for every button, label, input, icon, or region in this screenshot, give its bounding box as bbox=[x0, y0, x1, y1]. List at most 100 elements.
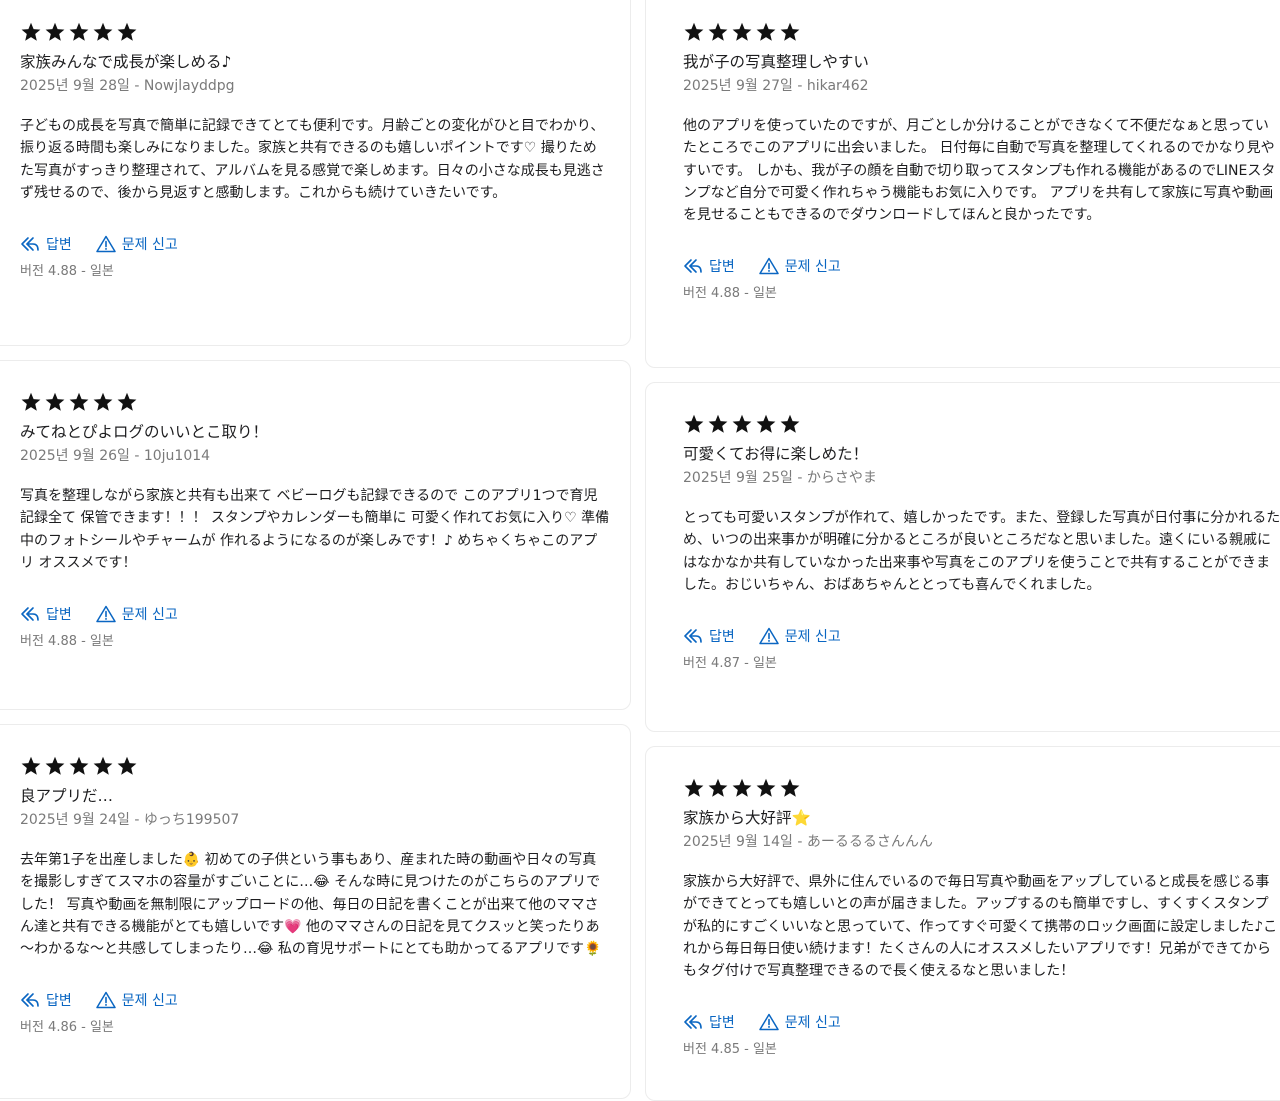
star-rating bbox=[683, 777, 1280, 799]
warning-icon bbox=[759, 258, 779, 275]
report-button[interactable]: 문제 신고 bbox=[759, 626, 841, 646]
review-actions: 답변 문제 신고 bbox=[683, 626, 1280, 646]
report-button[interactable]: 문제 신고 bbox=[96, 990, 178, 1010]
star-icon bbox=[21, 756, 41, 775]
star-icon bbox=[45, 756, 65, 775]
star-rating bbox=[683, 21, 1280, 43]
star-icon bbox=[684, 414, 704, 433]
review-actions: 답변 문제 신고 bbox=[20, 604, 610, 624]
reply-label: 답변 bbox=[46, 607, 72, 624]
review-meta: 2025년 9월 26일 - 10ju1014 bbox=[20, 448, 211, 464]
reply-label: 답변 bbox=[46, 993, 72, 1010]
reply-icon bbox=[21, 993, 39, 1008]
review-meta: 2025년 9월 14일 - あーるるるさんんん bbox=[683, 834, 933, 850]
report-label: 문제 신고 bbox=[784, 629, 841, 646]
star-icon bbox=[45, 392, 65, 411]
star-icon bbox=[93, 756, 113, 775]
review-card: 家族みんなで成長が楽しめる♪ 2025년 9월 28일 - Nowjlayddp… bbox=[0, 0, 631, 346]
warning-icon bbox=[759, 1014, 779, 1031]
review-body: 家族から大好評で、県外に住んでいるので毎日写真や動画をアップしていると成長を感じ… bbox=[683, 874, 1278, 980]
warning-icon bbox=[96, 992, 116, 1009]
report-button[interactable]: 문제 신고 bbox=[96, 604, 178, 624]
review-actions: 답변 문제 신고 bbox=[20, 990, 610, 1010]
reply-icon bbox=[684, 1015, 702, 1030]
reply-icon bbox=[684, 629, 702, 643]
warning-icon bbox=[96, 605, 116, 623]
star-icon bbox=[93, 22, 113, 41]
star-icon bbox=[69, 392, 89, 411]
star-icon bbox=[69, 756, 89, 775]
review-actions: 답변 문제 신고 bbox=[683, 256, 1280, 276]
review-title: 我が子の写真整理しやすい bbox=[683, 53, 869, 71]
star-icon bbox=[684, 778, 704, 797]
reply-button[interactable]: 답변 bbox=[683, 1012, 735, 1032]
star-icon bbox=[708, 778, 728, 797]
review-card: 良アプリだ… 2025년 9월 24일 - ゆっち199507 去年第1子を出産… bbox=[0, 724, 631, 1099]
review-meta: 2025년 9월 27일 - hikar462 bbox=[683, 78, 869, 94]
review-body: 去年第1子を出産しました👶 初めての子供という事もあり、産まれた時の動画や日々の… bbox=[20, 852, 602, 958]
star-icon bbox=[117, 756, 137, 775]
star-icon bbox=[93, 392, 113, 411]
reply-button[interactable]: 답변 bbox=[20, 234, 72, 254]
star-rating bbox=[683, 413, 1280, 435]
review-body: 写真を整理しながら家族と共有も出来て ベビーログも記録できるので このアプリ1つ… bbox=[20, 488, 610, 571]
review-title: みてねとぴよログのいいとこ取り！ bbox=[20, 423, 269, 441]
star-icon bbox=[684, 22, 704, 41]
star-icon bbox=[780, 778, 800, 797]
report-button[interactable]: 문제 신고 bbox=[759, 1012, 841, 1032]
report-label: 문제 신고 bbox=[121, 607, 178, 624]
star-rating bbox=[20, 391, 610, 413]
review-version: 버전 4.88 - 일본 bbox=[683, 286, 777, 302]
report-label: 문제 신고 bbox=[784, 1015, 841, 1032]
reply-label: 답변 bbox=[709, 1015, 735, 1032]
reply-label: 답변 bbox=[709, 629, 735, 646]
star-icon bbox=[45, 22, 65, 41]
warning-icon bbox=[96, 235, 116, 253]
review-meta: 2025년 9월 25일 - からさやま bbox=[683, 470, 877, 486]
star-icon bbox=[780, 414, 800, 433]
reply-button[interactable]: 답변 bbox=[683, 256, 735, 276]
report-label: 문제 신고 bbox=[121, 237, 178, 254]
reply-icon bbox=[21, 237, 39, 251]
reply-label: 답변 bbox=[46, 237, 72, 254]
star-icon bbox=[117, 392, 137, 411]
reply-button[interactable]: 답변 bbox=[20, 990, 72, 1010]
review-version: 버전 4.88 - 일본 bbox=[20, 264, 114, 280]
review-version: 버전 4.86 - 일본 bbox=[20, 1020, 114, 1036]
review-title: 家族みんなで成長が楽しめる♪ bbox=[20, 53, 232, 71]
review-version: 버전 4.87 - 일본 bbox=[683, 656, 777, 672]
review-meta: 2025년 9월 24일 - ゆっち199507 bbox=[20, 812, 240, 828]
reply-icon bbox=[21, 607, 39, 621]
review-card: 家族から大好評⭐️ 2025년 9월 14일 - あーるるるさんんん 家族から大… bbox=[645, 746, 1280, 1101]
reply-button[interactable]: 답변 bbox=[683, 626, 735, 646]
star-icon bbox=[732, 414, 752, 433]
star-icon bbox=[708, 22, 728, 41]
review-title: 良アプリだ… bbox=[20, 787, 114, 805]
review-version: 버전 4.85 - 일본 bbox=[683, 1042, 777, 1058]
report-label: 문제 신고 bbox=[784, 259, 841, 276]
review-actions: 답변 문제 신고 bbox=[20, 234, 610, 254]
star-icon bbox=[732, 22, 752, 41]
star-icon bbox=[732, 778, 752, 797]
review-card: 可愛くてお得に楽しめた！ 2025년 9월 25일 - からさやま とっても可愛… bbox=[645, 382, 1280, 732]
reply-button[interactable]: 답변 bbox=[20, 604, 72, 624]
review-body: 子どもの成長を写真で簡単に記録できてとても便利です。月齢ごとの変化がひと目でわか… bbox=[20, 118, 605, 201]
review-card: みてねとぴよログのいいとこ取り！ 2025년 9월 26일 - 10ju1014… bbox=[0, 360, 631, 710]
report-button[interactable]: 문제 신고 bbox=[759, 256, 841, 276]
review-title: 可愛くてお得に楽しめた！ bbox=[683, 445, 869, 463]
star-icon bbox=[756, 414, 776, 433]
star-icon bbox=[117, 22, 137, 41]
reply-icon bbox=[684, 259, 702, 274]
report-button[interactable]: 문제 신고 bbox=[96, 234, 178, 254]
star-rating bbox=[20, 21, 610, 43]
review-body: 他のアプリを使っていたのですが、月ごとしか分けることができなくて不便だなぁと思っ… bbox=[683, 118, 1276, 224]
star-rating bbox=[20, 755, 610, 777]
review-body: とっても可愛いスタンプが作れて、嬉しかったです。また、登録した写真が日付事に分か… bbox=[683, 510, 1280, 593]
warning-icon bbox=[759, 627, 779, 645]
review-actions: 답변 문제 신고 bbox=[683, 1012, 1280, 1032]
star-icon bbox=[21, 392, 41, 411]
review-title: 家族から大好評⭐️ bbox=[683, 809, 811, 827]
report-label: 문제 신고 bbox=[121, 993, 178, 1010]
reply-label: 답변 bbox=[709, 259, 735, 276]
star-icon bbox=[708, 414, 728, 433]
